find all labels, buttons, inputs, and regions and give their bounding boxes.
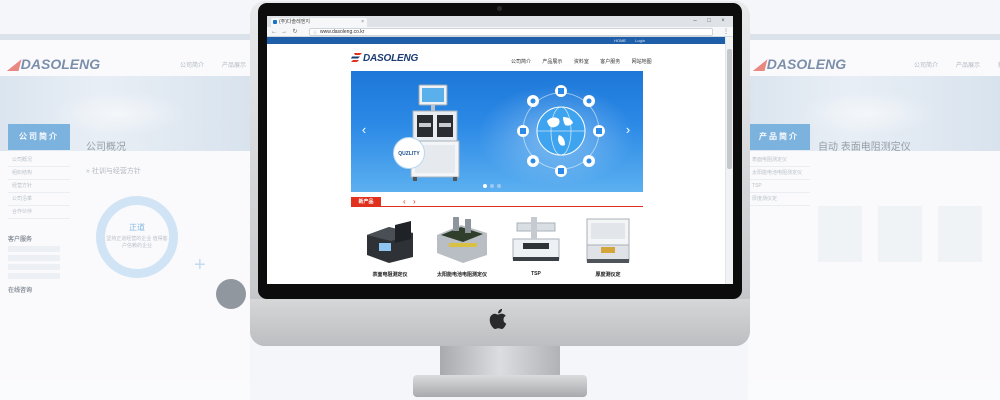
menu-icon[interactable]: ⋮ — [723, 28, 729, 36]
bg-side-item: 合作伙伴 — [8, 206, 70, 219]
bg-side-item: 经营方针 — [8, 180, 70, 193]
imac-stand-foot — [413, 375, 587, 397]
scrollbar[interactable] — [725, 37, 733, 284]
logo-mark-icon — [351, 53, 362, 62]
bg-topbar — [0, 34, 250, 40]
product-image — [437, 217, 487, 263]
product-name: 厚度测仪定 — [595, 272, 621, 278]
new-products-label: 新产品 — [351, 197, 381, 207]
apple-icon — [489, 308, 507, 329]
product-image — [512, 217, 560, 261]
carousel-dot[interactable] — [490, 184, 494, 188]
maximize-icon[interactable]: □ — [703, 17, 715, 25]
bg-side-item: 厚度测仪定 — [748, 193, 810, 206]
close-icon[interactable]: × — [717, 17, 729, 25]
bg-topbar — [748, 34, 1000, 40]
hero-banner: ‹ › QUZLITY — [351, 71, 643, 192]
product-name: TSP — [531, 271, 541, 277]
bg-plus-icon: + — [194, 254, 206, 276]
carousel-dot[interactable] — [483, 184, 487, 188]
bg-side-item: 组织结构 — [8, 167, 70, 180]
minimize-icon[interactable]: – — [689, 17, 701, 25]
bg-side-item: 公司概况 — [8, 154, 70, 167]
product-name: 表面电阻测定仪 — [372, 272, 408, 278]
address-bar: ← → ↻ ⓘ www.dasoleng.co.kr ⋮ — [267, 27, 733, 37]
product-card[interactable]: 表面电阻测定仪 — [359, 213, 421, 283]
browser-tab[interactable]: (주)다솔레엔지 × — [271, 18, 367, 27]
bg-logo: ◢ DASOLENG — [8, 56, 101, 72]
back-icon[interactable]: ← — [270, 28, 278, 36]
close-icon[interactable]: × — [361, 18, 364, 27]
background-page-right: ◢DASOLENG 公司简介产品展示新闻 产品简介 自动 表面电阻测定仪 表面电… — [748, 34, 1000, 400]
login-link[interactable]: Login — [635, 38, 645, 43]
bg-nav: 公司简介产品展示新闻 — [180, 63, 247, 69]
product-image — [586, 218, 630, 263]
bg-product-thumb — [818, 206, 862, 262]
camera — [497, 6, 502, 11]
product-image — [367, 221, 413, 263]
bg-side-item: 表面电阻测定仪 — [748, 154, 810, 167]
site-nav: 公司简介 产品展示 资料室 客户服务 网站地图 — [511, 58, 662, 65]
forward-icon[interactable]: → — [280, 28, 288, 36]
bg-side-item: 太阳能电池电阻测定仪 — [748, 167, 810, 180]
bg-side-title: 产品简介 — [748, 124, 810, 150]
chevron-right-icon[interactable]: › — [413, 197, 416, 206]
screen: (주)다솔레엔지 × – □ × ← → ↻ ⓘ www.dasoleng.co… — [267, 16, 733, 284]
bg-side-list: 公司概况 组织结构 经营方针 公司沿革 合作伙伴 — [8, 154, 70, 219]
reload-icon[interactable]: ↻ — [291, 28, 299, 36]
tab-title: (주)다솔레엔지 — [279, 19, 310, 25]
url-input[interactable]: ⓘ www.dasoleng.co.kr — [309, 28, 713, 36]
site-topbar: HOME Login — [267, 37, 725, 44]
product-name: 太阳能电池电阻测定仪 — [436, 272, 487, 278]
bg-heading: 自动 表面电阻测定仪 — [818, 142, 911, 153]
bg-logo: ◢ DASOLENG — [754, 56, 847, 72]
chevron-left-icon[interactable]: ‹ — [403, 197, 406, 206]
favicon-icon — [273, 20, 277, 24]
bg-product-thumb — [878, 206, 922, 262]
bg-dark-circle — [216, 279, 246, 309]
bg-service: 客户服务 在线咨询 — [8, 234, 70, 297]
carousel-dot[interactable] — [497, 184, 501, 188]
bg-heading: 公司概况 — [86, 142, 126, 153]
browser-tabbar: (주)다솔레엔지 × – □ × — [267, 16, 733, 27]
background-page-left: ◢DASOLENG 公司简介产品展示新闻 公司简介 公司概况 » 社训与经营方针… — [0, 34, 250, 400]
bg-subheading: » 社训与经营方针 — [86, 168, 141, 175]
imac-stand-neck — [440, 346, 560, 376]
chevron-right-icon[interactable]: › — [623, 123, 633, 137]
bg-side-item: TSP — [748, 180, 810, 193]
bg-circle-title: 正道 — [129, 223, 145, 232]
bg-side-title: 公司简介 — [8, 124, 70, 150]
nav-company[interactable]: 公司简介 — [511, 58, 531, 65]
carousel-dots — [483, 175, 504, 188]
globe-icon — [517, 85, 605, 177]
bg-side-list: 表面电阻测定仪 太阳能电池电阻测定仪 TSP 厚度测仪定 — [748, 154, 810, 206]
url-text: www.dasoleng.co.kr — [320, 29, 365, 35]
stage: ◢DASOLENG 公司简介产品展示新闻 公司简介 公司概况 » 社训与经营方针… — [0, 0, 1000, 400]
product-card[interactable]: TSP — [505, 213, 567, 283]
nav-sitemap[interactable]: 网站地图 — [632, 58, 652, 65]
quality-badge: QUZLITY — [393, 137, 425, 169]
bg-side-item: 公司沿革 — [8, 193, 70, 206]
bg-circle-sub: 坚持正道经营的企业 值得客户信赖的企业 — [106, 236, 168, 249]
scrollbar-thumb[interactable] — [727, 49, 732, 169]
web-page: HOME Login DASOLENG 公司简介 产品展示 资料室 客户服务 网… — [267, 37, 725, 284]
site-logo[interactable]: DASOLENG — [351, 53, 418, 65]
nav-resources[interactable]: 资料室 — [574, 58, 589, 65]
info-icon: ⓘ — [313, 30, 317, 35]
nav-service[interactable]: 客户服务 — [600, 58, 620, 65]
bg-online-title: 在线咨询 — [8, 288, 33, 294]
chevron-left-icon[interactable]: ‹ — [359, 123, 369, 137]
nav-products[interactable]: 产品展示 — [542, 58, 562, 65]
product-card[interactable]: 太阳能电池电阻测定仪 — [431, 213, 493, 283]
new-products-header: 新产品 ‹ › — [351, 197, 643, 207]
bg-service-title: 客户服务 — [8, 237, 33, 243]
home-link[interactable]: HOME — [614, 38, 626, 43]
product-card[interactable]: 厚度测仪定 — [577, 213, 639, 283]
bg-product-thumb — [938, 206, 982, 262]
bg-nav: 公司简介产品展示新闻 — [914, 63, 1000, 69]
